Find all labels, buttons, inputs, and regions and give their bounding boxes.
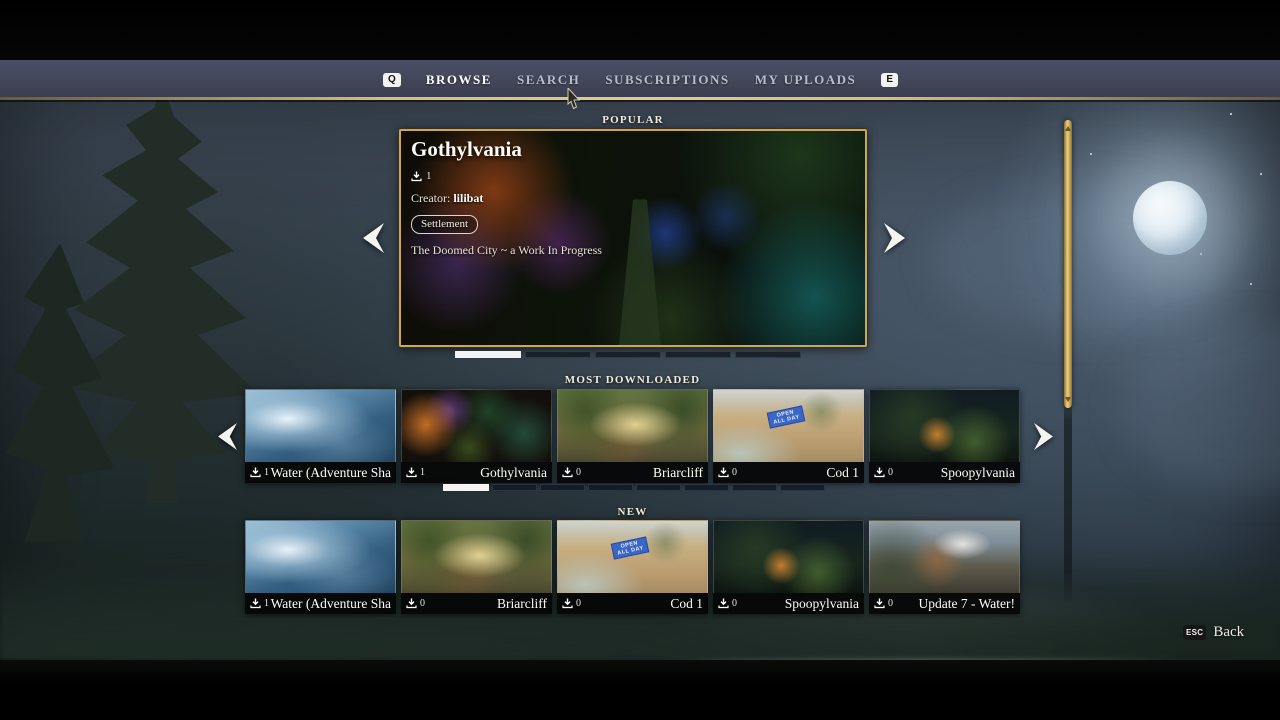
mod-thumbnail-spoopylvania [713,520,864,593]
new-section-label: NEW [617,506,648,518]
pagination-segment[interactable] [443,484,489,491]
featured-pagination [455,351,801,358]
pagination-segment[interactable] [540,484,585,491]
download-icon [562,467,573,478]
scroll-up-notch-icon [1065,126,1071,131]
pagination-segment[interactable] [684,484,729,491]
mouse-cursor-icon [566,86,582,115]
most-downloaded-pagination [443,484,825,491]
mod-thumbnail-cod: OPEN ALL DAY [557,520,708,593]
mod-thumbnail-spoopylvania [869,389,1020,462]
featured-download-count: 1 [426,170,432,182]
open-all-day-sign: OPEN ALL DAY [610,536,649,560]
mod-tile[interactable]: 0 Spoopylvania [713,520,864,614]
pagination-segment[interactable] [780,484,825,491]
mod-tile[interactable]: OPEN ALL DAY 0 Cod 1 [557,520,708,614]
pagination-segment[interactable] [455,351,521,358]
scrollbar-thumb[interactable] [1064,120,1072,408]
download-icon [718,467,729,478]
mod-tile[interactable]: 0 Spoopylvania [869,389,1020,483]
mod-thumbnail-update7 [869,520,1020,593]
download-icon [874,598,885,609]
mod-tile[interactable]: 0 Briarcliff [557,389,708,483]
mod-tile[interactable]: 1 Gothylvania [401,389,552,483]
pagination-segment[interactable] [665,351,731,358]
mod-title: Spoopylvania [784,595,859,611]
row1-next-arrow-icon[interactable] [1034,423,1053,450]
download-icon [874,467,885,478]
download-icon [406,467,417,478]
mod-title: Gothylvania [480,464,547,480]
mod-title: Water (Adventure Sha [270,595,391,611]
mod-thumbnail-water [245,389,396,462]
creator-label: Creator: [411,191,451,205]
mod-title: Cod 1 [670,595,703,611]
creator-name: lilibat [453,191,484,205]
mod-title: Update 7 - Water! [918,595,1016,611]
back-label: Back [1213,624,1245,640]
mod-tile[interactable]: 1 Water (Adventure Sha [245,520,396,614]
pagination-segment[interactable] [525,351,591,358]
mod-tile[interactable]: 1 Water (Adventure Sha [245,389,396,483]
featured-prev-arrow-icon[interactable] [363,223,384,253]
mod-title: Water (Adventure Sha [270,464,391,480]
download-icon [718,598,729,609]
back-button[interactable]: ESC Back [1183,624,1244,641]
pagination-segment[interactable] [732,484,777,491]
esc-key-icon: ESC [1183,625,1207,640]
download-icon [406,598,417,609]
scroll-down-notch-icon [1065,397,1071,402]
download-icon [411,171,422,181]
pagination-segment[interactable] [492,484,537,491]
mod-thumbnail-water [245,520,396,593]
scrollbar-track[interactable] [1064,120,1072,605]
mod-title: Cod 1 [826,464,859,480]
open-all-day-sign: OPEN ALL DAY [766,405,805,429]
pagination-segment[interactable] [595,351,661,358]
featured-next-arrow-icon[interactable] [884,223,905,253]
pagination-segment[interactable] [735,351,801,358]
row1-prev-arrow-icon[interactable] [218,423,237,450]
mod-thumbnail-briarcliff [401,520,552,593]
mod-title: Briarcliff [653,464,703,480]
mod-browser-screen: Q BROWSE SEARCH SUBSCRIPTIONS MY UPLOADS… [0,0,1280,720]
mod-thumbnail-gothylvania [401,389,552,462]
mod-tile[interactable]: 0 Update 7 - Water! [869,520,1020,614]
featured-mod-card[interactable]: Gothylvania 1 Creator: lilibat Settlemen… [399,129,867,347]
download-icon [250,598,261,609]
pagination-segment[interactable] [636,484,681,491]
popular-section-label: POPULAR [602,114,664,126]
mod-thumbnail-briarcliff [557,389,708,462]
most-downloaded-section-label: MOST DOWNLOADED [564,374,701,386]
mod-title: Briarcliff [497,595,547,611]
download-icon [562,598,573,609]
category-tag: Settlement [411,215,479,234]
featured-description: The Doomed City ~ a Work In Progress [411,243,602,257]
mod-thumbnail-cod: OPEN ALL DAY [713,389,864,462]
download-icon [250,467,261,478]
mod-tile[interactable]: OPEN ALL DAY 0 Cod 1 [713,389,864,483]
mod-title: Spoopylvania [940,464,1015,480]
featured-mod-title: Gothylvania [411,137,522,161]
mod-tile[interactable]: 0 Briarcliff [401,520,552,614]
pagination-segment[interactable] [588,484,633,491]
